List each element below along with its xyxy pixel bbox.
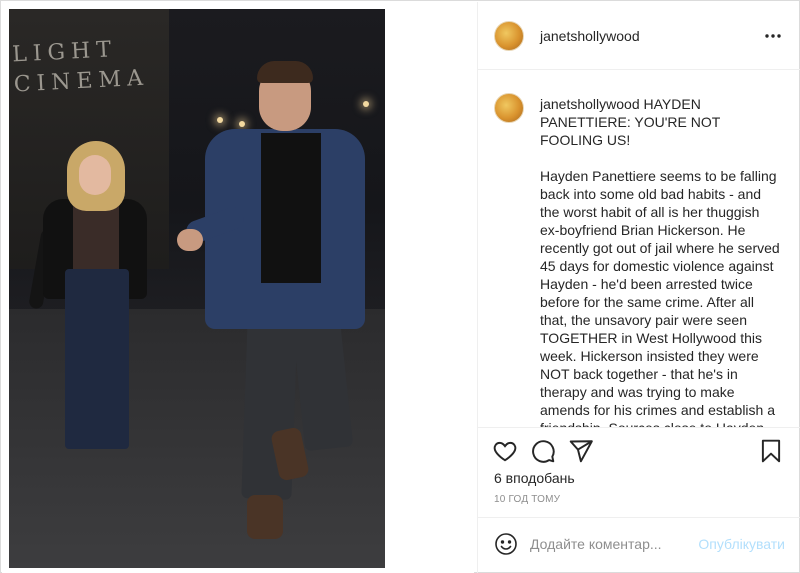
caption-area: janetshollywood HAYDEN PANETTIERE: YOU'R… xyxy=(478,71,800,427)
photo-woman-face xyxy=(79,155,111,195)
photo-man-hand xyxy=(177,229,203,251)
post-photo[interactable]: LIGHT CINEMA xyxy=(9,9,385,568)
photo-cinema-sign: LIGHT CINEMA xyxy=(11,37,150,98)
bookmark-icon[interactable] xyxy=(758,438,784,464)
photo-man-shirt xyxy=(261,133,321,283)
photo-light xyxy=(363,101,369,107)
heart-icon[interactable] xyxy=(492,438,518,464)
comment-icon[interactable] xyxy=(530,438,556,464)
action-bar xyxy=(478,427,800,473)
caption-author-avatar[interactable] xyxy=(494,93,524,123)
send-icon[interactable] xyxy=(568,438,594,464)
post-card: LIGHT CINEMA janetshollywood janetsholly… xyxy=(0,0,800,573)
emoji-icon[interactable] xyxy=(494,532,518,556)
caption: janetshollywood HAYDEN PANETTIERE: YOU'R… xyxy=(540,95,780,427)
photo-woman-top xyxy=(73,205,119,275)
photo-light xyxy=(217,117,223,123)
photo-light xyxy=(239,121,245,127)
more-horizontal-icon[interactable] xyxy=(763,26,783,46)
photo-man-hair xyxy=(257,61,313,83)
post-sidebar: janetshollywood janetshollywood HAYDEN P… xyxy=(477,2,800,573)
caption-author-username[interactable]: janetshollywood xyxy=(540,96,640,112)
post-timestamp[interactable]: 10 ГОД ТОМУ xyxy=(494,494,560,505)
comment-bar: Опублікувати xyxy=(478,517,800,573)
photo-woman-pants xyxy=(65,269,129,449)
publish-button[interactable]: Опублікувати xyxy=(698,536,785,552)
photo-area: LIGHT CINEMA xyxy=(2,2,474,573)
likes-count[interactable]: 6 вподобань xyxy=(494,470,575,486)
post-header: janetshollywood xyxy=(478,2,800,70)
photo-man-shoe xyxy=(247,495,283,539)
comment-input[interactable] xyxy=(530,534,700,554)
caption-text: HAYDEN PANETTIERE: YOU'RE NOT FOOLING US… xyxy=(540,96,780,427)
author-avatar[interactable] xyxy=(494,21,524,51)
author-username[interactable]: janetshollywood xyxy=(540,28,640,44)
